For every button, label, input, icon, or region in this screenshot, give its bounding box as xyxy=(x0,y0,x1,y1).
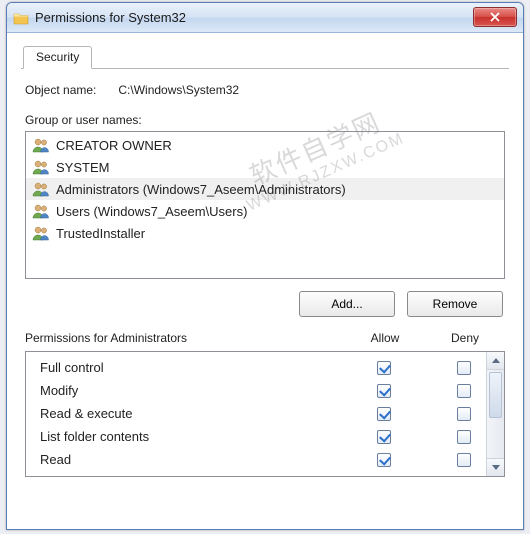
deny-checkbox[interactable] xyxy=(457,384,471,398)
tab-security[interactable]: Security xyxy=(23,46,92,69)
permission-name: List folder contents xyxy=(40,429,344,444)
close-button[interactable] xyxy=(473,7,517,27)
permission-name: Full control xyxy=(40,360,344,375)
remove-button[interactable]: Remove xyxy=(407,291,503,317)
list-item-label: SYSTEM xyxy=(56,160,109,175)
add-button[interactable]: Add... xyxy=(299,291,395,317)
permissions-listbox[interactable]: Full control Modify Read & execute List fol… xyxy=(25,351,505,477)
permission-row: Read & execute xyxy=(26,402,504,425)
deny-header: Deny xyxy=(425,331,505,345)
folder-icon xyxy=(13,10,29,26)
permission-name: Read xyxy=(40,452,344,467)
permissions-dialog: Permissions for System32 Security Object… xyxy=(6,2,524,530)
window-title: Permissions for System32 xyxy=(35,10,186,25)
list-item-label: Users (Windows7_Aseem\Users) xyxy=(56,204,247,219)
users-icon xyxy=(32,159,50,175)
permission-name: Read & execute xyxy=(40,406,344,421)
users-icon xyxy=(32,181,50,197)
allow-checkbox[interactable] xyxy=(377,430,391,444)
object-label: Object name: xyxy=(25,83,96,97)
permission-row: Full control xyxy=(26,356,504,379)
permission-name: Modify xyxy=(40,383,344,398)
tabstrip: Security xyxy=(21,45,509,69)
allow-checkbox[interactable] xyxy=(377,384,391,398)
deny-checkbox[interactable] xyxy=(457,361,471,375)
list-item[interactable]: Administrators (Windows7_Aseem\Administr… xyxy=(26,178,504,200)
permission-row: Modify xyxy=(26,379,504,402)
users-icon xyxy=(32,137,50,153)
permission-row: List folder contents xyxy=(26,425,504,448)
list-item-label: CREATOR OWNER xyxy=(56,138,172,153)
client-area: Security Object name: C:\Windows\System3… xyxy=(7,33,523,529)
permissions-label: Permissions for Administrators xyxy=(25,331,345,345)
titlebar[interactable]: Permissions for System32 xyxy=(7,3,523,33)
list-item[interactable]: SYSTEM xyxy=(26,156,504,178)
scroll-up-button[interactable] xyxy=(487,352,504,370)
permission-row: Read xyxy=(26,448,504,471)
deny-checkbox[interactable] xyxy=(457,430,471,444)
deny-checkbox[interactable] xyxy=(457,407,471,421)
allow-checkbox[interactable] xyxy=(377,453,391,467)
list-item[interactable]: CREATOR OWNER xyxy=(26,134,504,156)
list-item[interactable]: Users (Windows7_Aseem\Users) xyxy=(26,200,504,222)
groups-listbox[interactable]: CREATOR OWNER SYSTEM Administrators (Windo… xyxy=(25,131,505,279)
scroll-down-button[interactable] xyxy=(487,458,504,476)
button-row: Add... Remove xyxy=(25,279,505,331)
users-icon xyxy=(32,203,50,219)
list-item-label: TrustedInstaller xyxy=(56,226,145,241)
scroll-thumb[interactable] xyxy=(489,372,502,418)
tab-label: Security xyxy=(36,50,79,64)
allow-checkbox[interactable] xyxy=(377,407,391,421)
deny-checkbox[interactable] xyxy=(457,453,471,467)
list-item-label: Administrators (Windows7_Aseem\Administr… xyxy=(56,182,346,197)
scrollbar[interactable] xyxy=(486,352,504,476)
permissions-header: Permissions for Administrators Allow Den… xyxy=(25,331,505,345)
object-value: C:\Windows\System32 xyxy=(118,83,239,97)
users-icon xyxy=(32,225,50,241)
allow-header: Allow xyxy=(345,331,425,345)
list-item[interactable]: TrustedInstaller xyxy=(26,222,504,244)
object-row: Object name: C:\Windows\System32 xyxy=(25,83,505,97)
groups-label: Group or user names: xyxy=(25,113,505,127)
allow-checkbox[interactable] xyxy=(377,361,391,375)
